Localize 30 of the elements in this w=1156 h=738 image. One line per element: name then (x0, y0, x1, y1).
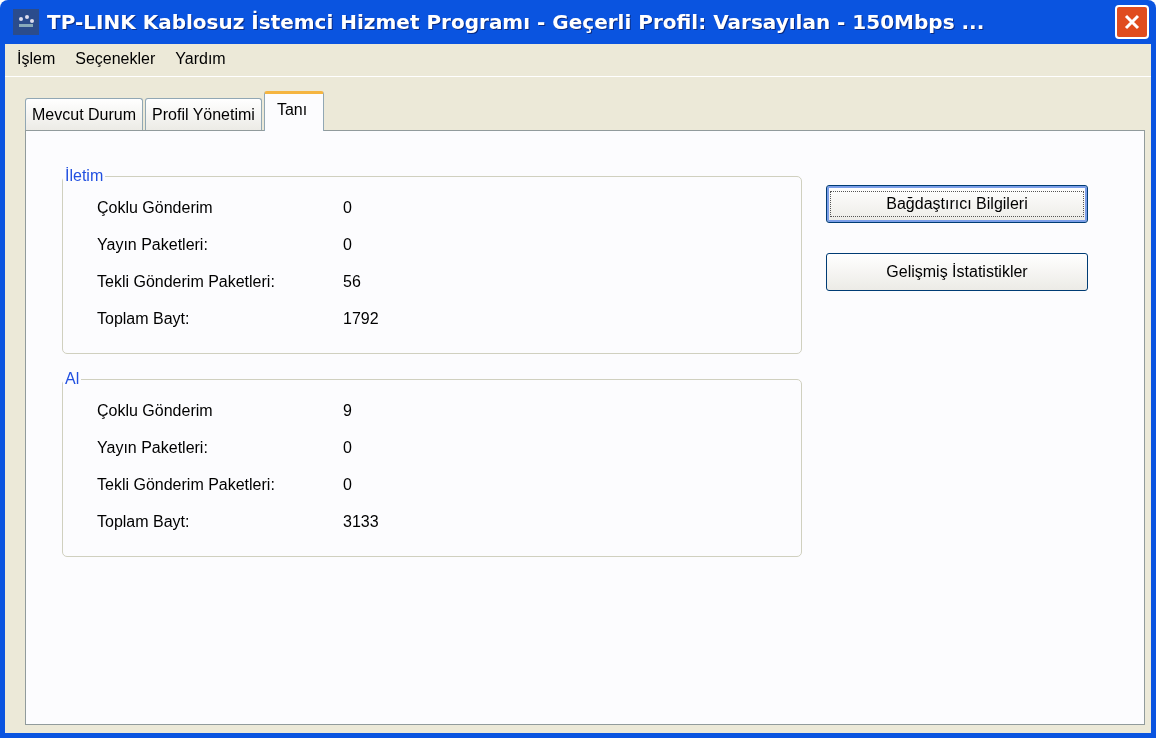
close-button[interactable] (1115, 5, 1149, 39)
app-icon (13, 9, 39, 35)
stat-value: 3133 (343, 512, 379, 531)
stat-value: 1792 (343, 309, 379, 328)
stat-label: Yayın Paketleri: (97, 438, 209, 457)
action-button[interactable]: Bağdaştırıcı Bilgileri (826, 185, 1088, 223)
tab[interactable]: Mevcut Durum (25, 98, 144, 130)
tab[interactable]: Profil Yönetimi (145, 98, 262, 130)
stat-value: 0 (343, 475, 352, 494)
stat-label: Tekli Gönderim Paketleri: (97, 475, 276, 494)
group-title: İletim (64, 167, 105, 185)
stat-label: Çoklu Gönderim (97, 401, 214, 420)
stat-label: Toplam Bayt: (97, 309, 191, 328)
menu-item[interactable]: Seçenekler (75, 50, 156, 68)
window-title: TP-LINK Kablosuz İstemci Hizmet Programı - Geçerli Profil: Varsayılan - 150Mbps ... (47, 10, 986, 34)
stat-value: 56 (343, 272, 361, 291)
action-button[interactable]: Gelişmiş İstatistikler (826, 253, 1088, 291)
stat-label: Tekli Gönderim Paketleri: (97, 272, 276, 291)
stat-value: 9 (343, 401, 352, 420)
stat-label: Yayın Paketleri: (97, 235, 209, 254)
stat-value: 0 (343, 198, 352, 217)
stat-value: 0 (343, 438, 352, 457)
close-icon (1123, 13, 1141, 31)
stat-label: Çoklu Gönderim (97, 198, 214, 217)
menu-item[interactable]: Yardım (175, 50, 226, 68)
stat-value: 0 (343, 235, 352, 254)
tab[interactable]: Tanı (263, 91, 325, 131)
group-title: Al (64, 370, 81, 388)
stat-label: Toplam Bayt: (97, 512, 191, 531)
menu-item[interactable]: İşlem (17, 50, 56, 68)
